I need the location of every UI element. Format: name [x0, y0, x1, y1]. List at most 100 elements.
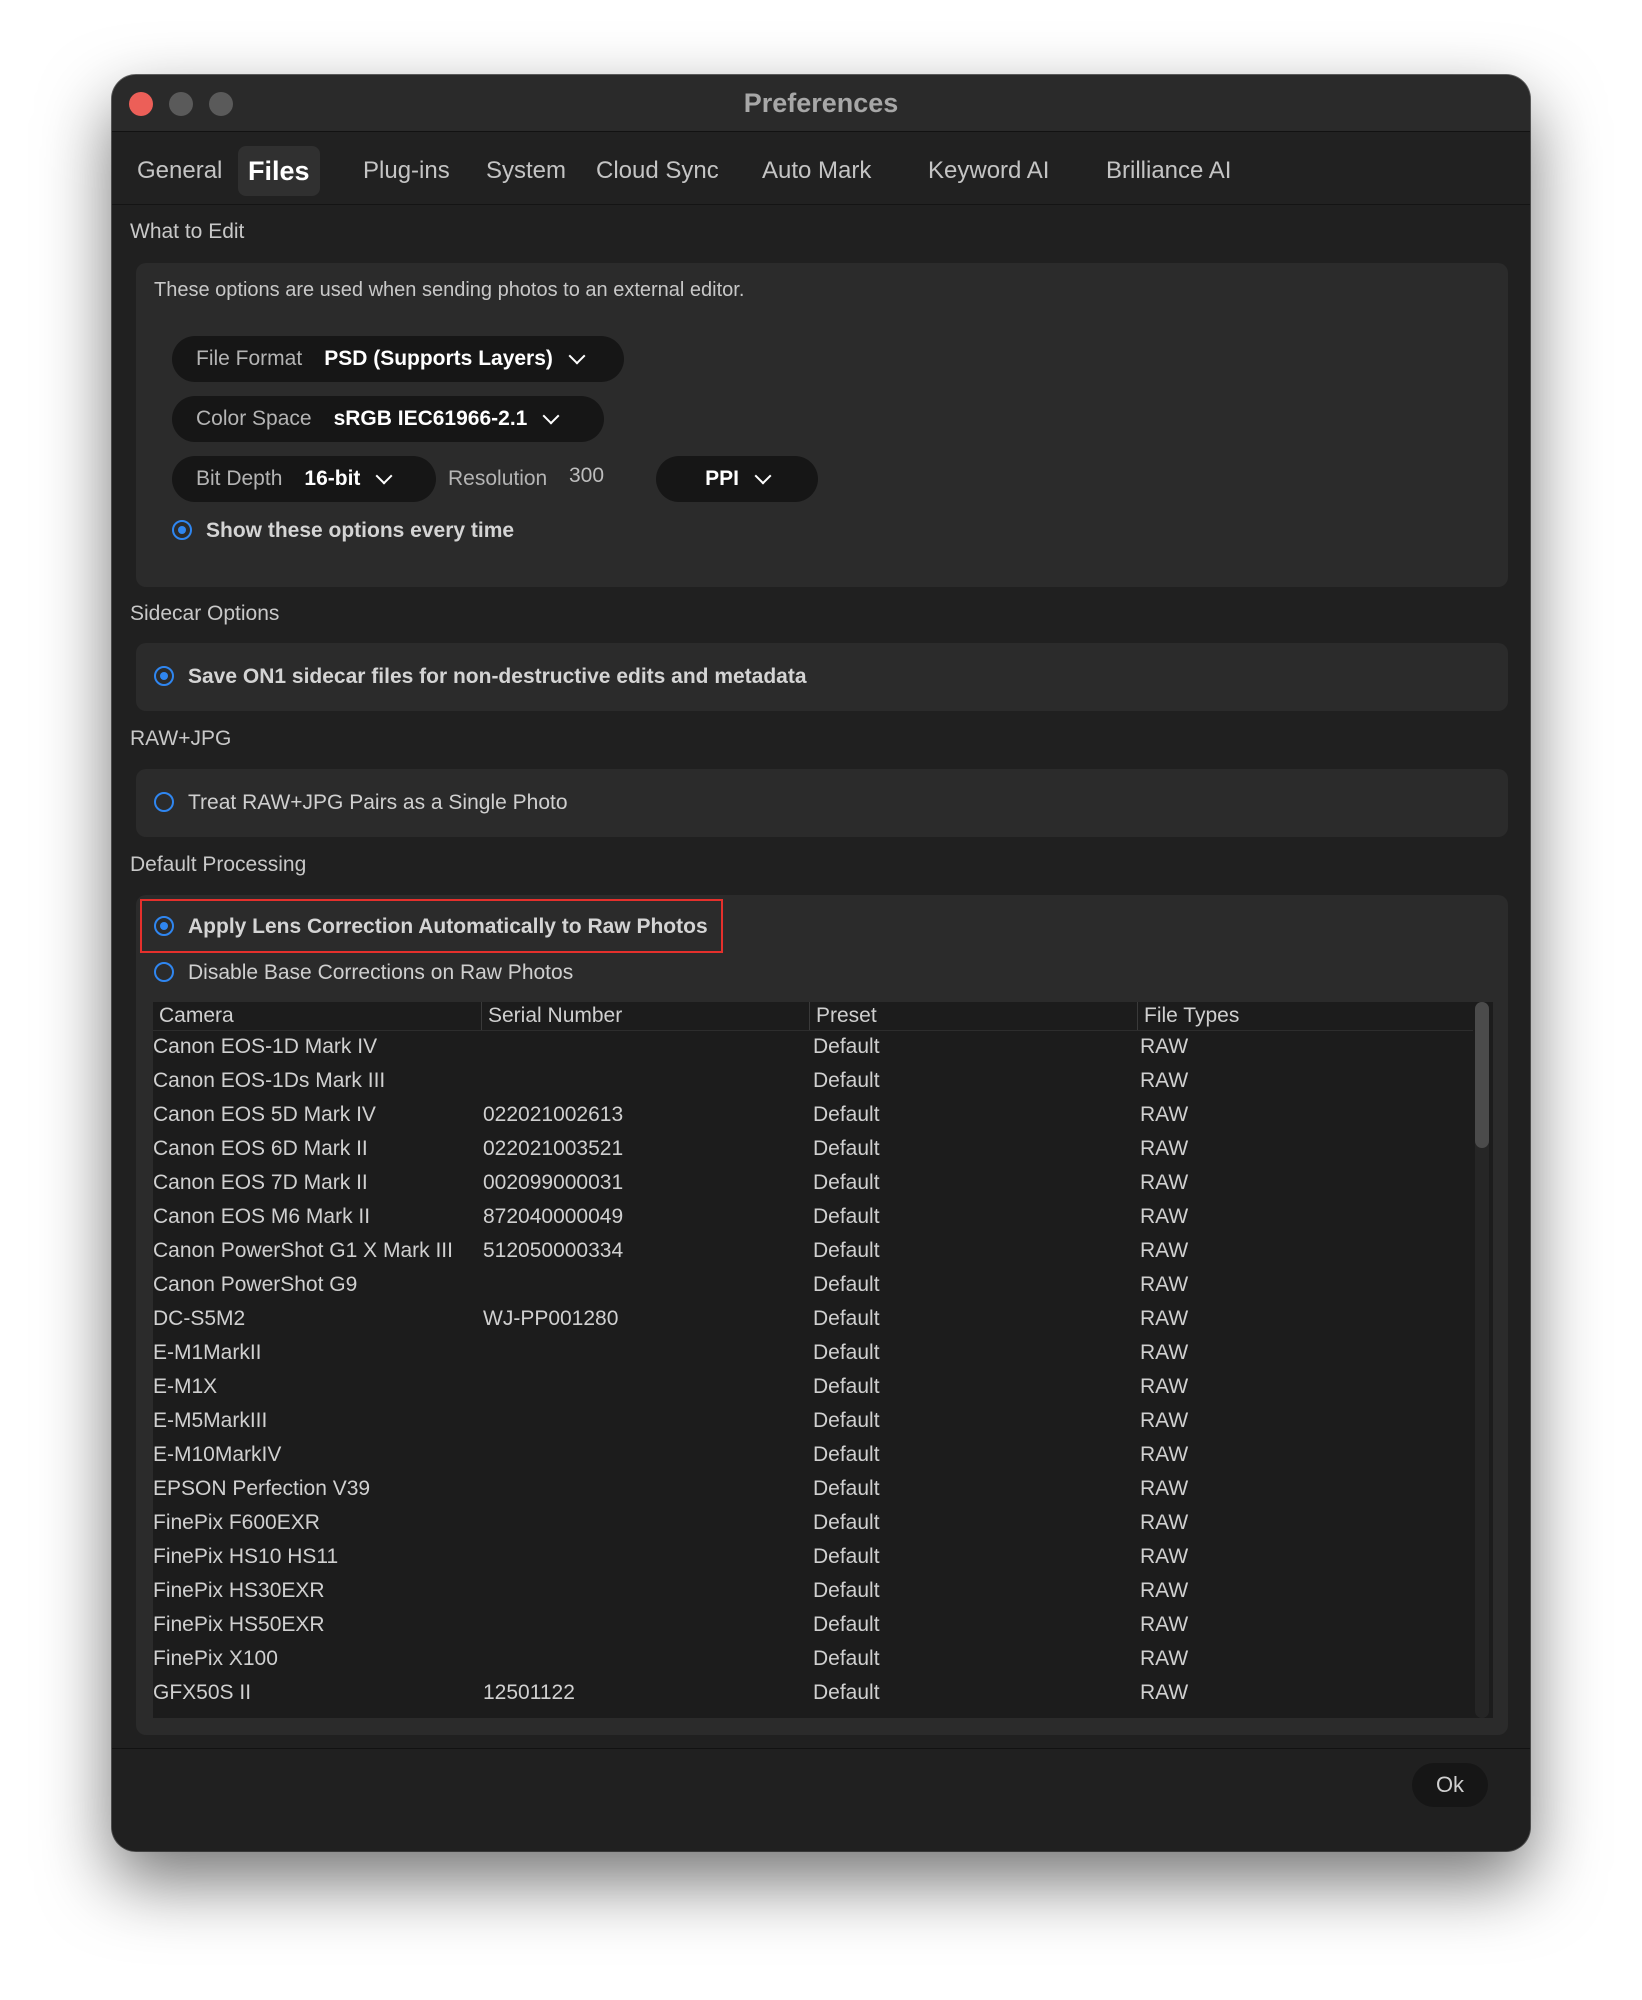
sidecar-options-panel: Save ON1 sidecar files for non-destructi…: [136, 643, 1508, 711]
cell-camera: GFX50S II: [153, 1681, 252, 1704]
resolution-unit-value: PPI: [705, 467, 739, 490]
default-processing-panel: Apply Lens Correction Automatically to R…: [136, 895, 1508, 1735]
cell-camera: E-M10MarkIV: [153, 1443, 282, 1466]
tab-system[interactable]: System: [476, 146, 576, 196]
tab-general[interactable]: General: [127, 146, 232, 196]
cell-camera: FinePix HS30EXR: [153, 1579, 325, 1602]
file-format-dropdown[interactable]: File Format PSD (Supports Layers): [172, 336, 624, 382]
camera-table: Camera Serial Number Preset File Types C…: [153, 1002, 1493, 1718]
cell-serial-number: 872040000049: [483, 1205, 624, 1228]
cell-file-types: RAW: [1140, 1239, 1189, 1262]
cell-camera: FinePix X100: [153, 1647, 278, 1670]
column-header-preset[interactable]: Preset: [809, 1002, 1137, 1030]
cell-camera: Canon EOS 7D Mark II: [153, 1171, 368, 1194]
cell-camera: DC-S5M2: [153, 1307, 246, 1330]
cell-file-types: RAW: [1140, 1443, 1189, 1466]
resolution-unit-dropdown[interactable]: PPI: [656, 456, 818, 502]
table-row[interactable]: EPSON Perfection V39 Default RAW: [153, 1472, 1473, 1506]
tab-files[interactable]: Files: [238, 146, 320, 196]
tab-keyword-ai[interactable]: Keyword AI: [918, 146, 1059, 196]
lens-correction-radio[interactable]: [154, 916, 174, 936]
bit-depth-dropdown[interactable]: Bit Depth 16-bit: [172, 456, 436, 502]
scrollbar-thumb[interactable]: [1475, 1002, 1489, 1148]
table-row[interactable]: FinePix HS50EXR Default RAW: [153, 1608, 1473, 1642]
table-header: Camera Serial Number Preset File Types: [153, 1002, 1473, 1031]
lens-correction-label[interactable]: Apply Lens Correction Automatically to R…: [188, 915, 708, 939]
table-row[interactable]: Canon EOS-1D Mark IV Default RAW: [153, 1030, 1473, 1064]
preferences-window: Preferences General Files Plug-ins Syste…: [112, 75, 1530, 1851]
column-header-camera[interactable]: Camera: [153, 1002, 481, 1030]
cell-serial-number: 12501122: [483, 1681, 575, 1704]
cell-camera: E-M1X: [153, 1375, 218, 1398]
cell-file-types: RAW: [1140, 1409, 1189, 1432]
color-space-dropdown[interactable]: Color Space sRGB IEC61966-2.1: [172, 396, 604, 442]
table-scrollbar[interactable]: [1475, 1002, 1489, 1718]
table-row[interactable]: Canon EOS 7D Mark II 002099000031 Default R…: [153, 1166, 1473, 1200]
cell-camera: FinePix F600EXR: [153, 1511, 320, 1534]
column-header-serial-number[interactable]: Serial Number: [481, 1002, 809, 1030]
ok-button[interactable]: Ok: [1412, 1763, 1488, 1807]
cell-file-types: RAW: [1140, 1647, 1189, 1670]
cell-preset: Default: [813, 1341, 880, 1364]
table-body: Canon EOS-1D Mark IV Default RAW Canon EOS-…: [153, 1030, 1473, 1710]
tab-cloud-sync[interactable]: Cloud Sync: [586, 146, 729, 196]
save-sidecar-label[interactable]: Save ON1 sidecar files for non-destructi…: [188, 665, 807, 689]
table-row[interactable]: FinePix HS10 HS11 Default RAW: [153, 1540, 1473, 1574]
cell-file-types: RAW: [1140, 1545, 1189, 1568]
cell-file-types: RAW: [1140, 1137, 1189, 1160]
tab-brilliance-ai[interactable]: Brilliance AI: [1096, 146, 1241, 196]
file-format-label: File Format: [196, 347, 303, 370]
cell-preset: Default: [813, 1171, 880, 1194]
cell-preset: Default: [813, 1273, 880, 1296]
cell-preset: Default: [813, 1069, 880, 1092]
cell-preset: Default: [813, 1647, 880, 1670]
resolution-input[interactable]: 300: [569, 464, 604, 488]
cell-file-types: RAW: [1140, 1103, 1189, 1126]
table-row[interactable]: Canon PowerShot G9 Default RAW: [153, 1268, 1473, 1302]
column-header-file-types[interactable]: File Types: [1137, 1002, 1473, 1030]
raw-jpg-panel: Treat RAW+JPG Pairs as a Single Photo: [136, 769, 1508, 837]
what-to-edit-description: These options are used when sending phot…: [154, 279, 745, 301]
cell-camera: Canon EOS 6D Mark II: [153, 1137, 368, 1160]
cell-file-types: RAW: [1140, 1477, 1189, 1500]
table-row[interactable]: E-M10MarkIV Default RAW: [153, 1438, 1473, 1472]
table-row[interactable]: E-M1X Default RAW: [153, 1370, 1473, 1404]
chevron-down-icon: [542, 407, 560, 425]
disable-base-label[interactable]: Disable Base Corrections on Raw Photos: [188, 961, 573, 985]
cell-serial-number: 512050000334: [483, 1239, 624, 1262]
cell-preset: Default: [813, 1137, 880, 1160]
table-row[interactable]: DC-S5M2 WJ-PP001280 Default RAW: [153, 1302, 1473, 1336]
treat-pairs-radio[interactable]: [154, 792, 174, 812]
table-row[interactable]: FinePix F600EXR Default RAW: [153, 1506, 1473, 1540]
table-row[interactable]: Canon EOS M6 Mark II 872040000049 Default R…: [153, 1200, 1473, 1234]
cell-preset: Default: [813, 1681, 880, 1704]
table-row[interactable]: E-M5MarkIII Default RAW: [153, 1404, 1473, 1438]
treat-pairs-label[interactable]: Treat RAW+JPG Pairs as a Single Photo: [188, 791, 568, 815]
table-row[interactable]: Canon EOS-1Ds Mark III Default RAW: [153, 1064, 1473, 1098]
table-row[interactable]: Canon EOS 5D Mark IV 022021002613 Default R…: [153, 1098, 1473, 1132]
show-options-label[interactable]: Show these options every time: [206, 519, 514, 543]
cell-file-types: RAW: [1140, 1069, 1189, 1092]
cell-camera: Canon EOS 5D Mark IV: [153, 1103, 376, 1126]
raw-jpg-heading: RAW+JPG: [130, 727, 232, 750]
file-format-value: PSD (Supports Layers): [324, 347, 553, 370]
table-row[interactable]: FinePix HS30EXR Default RAW: [153, 1574, 1473, 1608]
tab-auto-mark[interactable]: Auto Mark: [752, 146, 881, 196]
table-row[interactable]: GFX50S II 12501122 Default RAW: [153, 1676, 1473, 1710]
tab-plug-ins[interactable]: Plug-ins: [353, 146, 460, 196]
show-options-radio[interactable]: [172, 520, 192, 540]
chevron-down-icon: [568, 347, 586, 365]
disable-base-radio[interactable]: [154, 962, 174, 982]
cell-camera: E-M1MarkII: [153, 1341, 262, 1364]
cell-preset: Default: [813, 1409, 880, 1432]
table-row[interactable]: FinePix X100 Default RAW: [153, 1642, 1473, 1676]
table-row[interactable]: E-M1MarkII Default RAW: [153, 1336, 1473, 1370]
cell-file-types: RAW: [1140, 1511, 1189, 1534]
table-row[interactable]: Canon PowerShot G1 X Mark III 51205000033…: [153, 1234, 1473, 1268]
cell-serial-number: WJ-PP001280: [483, 1307, 619, 1330]
table-row[interactable]: Canon EOS 6D Mark II 022021003521 Default R…: [153, 1132, 1473, 1166]
save-sidecar-radio[interactable]: [154, 666, 174, 686]
chevron-down-icon: [754, 467, 772, 485]
resolution-label: Resolution: [448, 467, 548, 490]
what-to-edit-heading: What to Edit: [130, 220, 245, 243]
